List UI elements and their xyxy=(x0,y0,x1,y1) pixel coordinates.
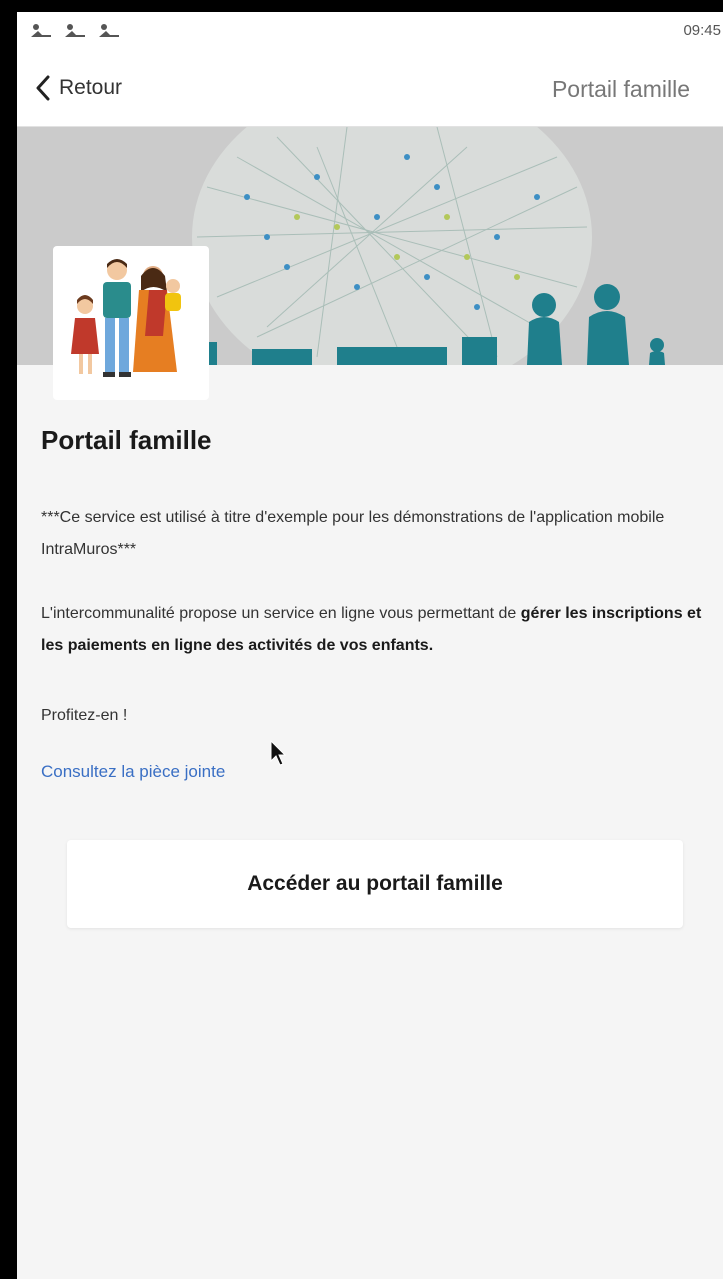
attachment-link[interactable]: Consultez la pièce jointe xyxy=(41,762,225,782)
intro-text: L'intercommunalité propose un service en… xyxy=(41,605,521,622)
family-logo xyxy=(53,246,209,400)
nav-title: Portail famille xyxy=(551,76,690,102)
family-illustration xyxy=(71,259,181,377)
access-portal-button[interactable]: Accéder au portail famille xyxy=(67,840,683,928)
device-frame: 09:45 Retour Portail famille Portail fam… xyxy=(0,0,723,1279)
status-time: 09:45 xyxy=(683,22,721,39)
navigation-bar: Retour Portail famille xyxy=(17,52,723,127)
status-bar: 09:45 xyxy=(17,12,723,52)
back-button[interactable]: Retour xyxy=(35,70,122,106)
closing-text: Profitez-en ! xyxy=(41,707,128,724)
page-title: Portail famille xyxy=(41,425,212,455)
app-screen: 09:45 Retour Portail famille Portail fam… xyxy=(17,12,723,1279)
demo-notice: ***Ce service est utilisé à titre d'exem… xyxy=(41,509,665,558)
mouse-cursor-icon xyxy=(270,739,287,766)
notification-icon xyxy=(31,24,51,37)
notification-icon xyxy=(65,24,85,37)
notification-icon xyxy=(99,24,119,37)
status-notification-icons xyxy=(29,22,121,40)
chevron-left-icon xyxy=(36,75,50,101)
back-label: Retour xyxy=(59,76,123,99)
access-portal-label: Accéder au portail famille xyxy=(247,872,503,895)
intro-paragraph: L'intercommunalité propose un service en… xyxy=(41,598,721,662)
